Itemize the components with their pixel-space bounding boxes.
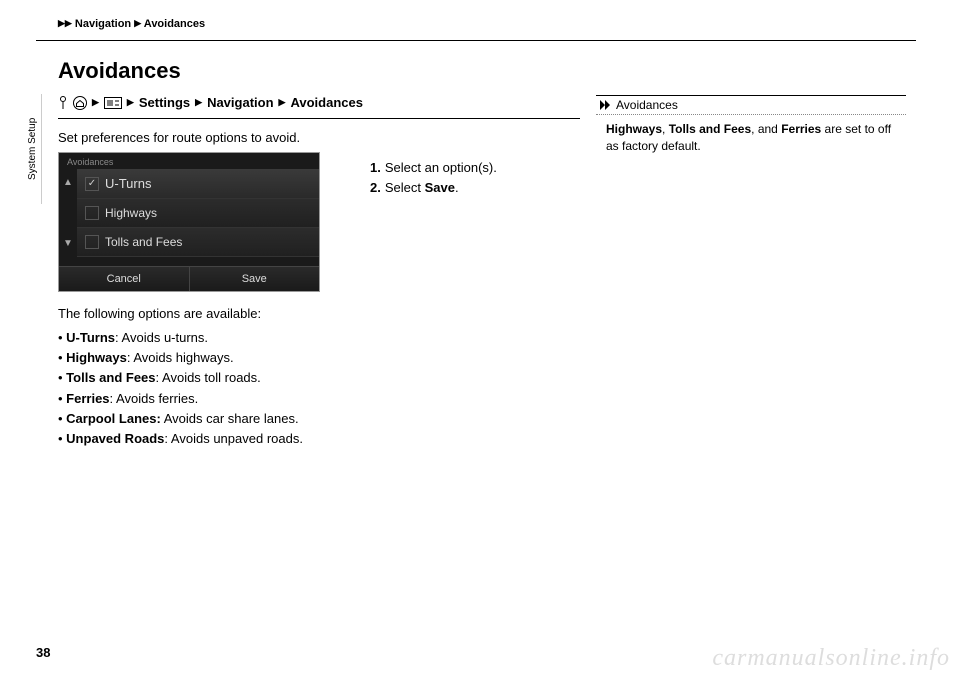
step-text: Select an option(s). — [385, 158, 497, 178]
path-rule — [58, 118, 580, 119]
info-header-text: Avoidances — [616, 98, 678, 112]
info-icon — [600, 100, 612, 110]
sidebar-tab: System Setup — [24, 94, 42, 204]
screen-item-label: U-Turns — [105, 176, 151, 191]
scroll-indicator: ▲ ▼ — [59, 169, 77, 257]
path-settings: Settings — [139, 95, 190, 110]
scroll-up-icon: ▲ — [63, 177, 73, 188]
screen-item: Tolls and Fees — [77, 228, 319, 257]
step-number: 1. — [370, 158, 381, 178]
screen-item-label: Tolls and Fees — [105, 235, 182, 249]
screen-item-label: Highways — [105, 206, 157, 220]
check-icon: ✓ — [85, 177, 99, 191]
path-sep-icon-2: ▶ — [127, 97, 134, 108]
menu-path: ▶ ▶ Settings ▶ Navigation ▶ Avoidances — [58, 95, 363, 110]
menu-icon — [104, 97, 122, 109]
check-icon — [85, 206, 99, 220]
screen-save-button: Save — [190, 266, 320, 291]
info-sidebar: Avoidances Highways, Tolls and Fees, and… — [596, 95, 906, 156]
step-number: 2. — [370, 178, 381, 198]
option-item: Carpool Lanes: Avoids car share lanes. — [58, 409, 303, 429]
path-sep-icon-4: ▶ — [279, 97, 286, 108]
options-block: The following options are available: U-T… — [58, 304, 303, 449]
path-avoidances: Avoidances — [290, 95, 363, 110]
screen-item: ✓ U-Turns — [77, 169, 319, 199]
option-item: Tolls and Fees: Avoids toll roads. — [58, 368, 303, 388]
screen-caption: Avoidances — [59, 153, 319, 169]
check-icon — [85, 235, 99, 249]
watermark: carmanualsonline.info — [712, 645, 950, 672]
path-navigation: Navigation — [207, 95, 273, 110]
screen-cancel-button: Cancel — [59, 266, 190, 291]
page-number: 38 — [36, 645, 50, 660]
step-text: Select Save. — [385, 178, 459, 198]
home-icon — [73, 96, 87, 110]
path-sep-icon-3: ▶ — [195, 97, 202, 108]
page-title: Avoidances — [58, 58, 181, 84]
info-note: Highways, Tolls and Fees, and Ferries ar… — [596, 115, 906, 156]
header-rule — [36, 40, 916, 41]
scroll-down-icon: ▼ — [63, 238, 73, 249]
breadcrumb-arrow-icon: ▶▶ — [58, 18, 72, 28]
sidebar-tab-label: System Setup — [27, 118, 38, 180]
screen-item: Highways — [77, 199, 319, 228]
option-item: Ferries: Avoids ferries. — [58, 389, 303, 409]
breadcrumb: ▶▶ Navigation ▶ Avoidances — [58, 18, 205, 30]
breadcrumb-part2: Avoidances — [144, 18, 205, 30]
intro-text: Set preferences for route options to avo… — [58, 130, 300, 145]
breadcrumb-part1: Navigation — [75, 18, 131, 30]
breadcrumb-sep-icon: ▶ — [134, 18, 141, 28]
option-item: Unpaved Roads: Avoids unpaved roads. — [58, 429, 303, 449]
option-item: U-Turns: Avoids u-turns. — [58, 328, 303, 348]
dial-icon — [58, 96, 68, 110]
steps-list: 1. Select an option(s). 2. Select Save. — [370, 158, 497, 197]
option-item: Highways: Avoids highways. — [58, 348, 303, 368]
path-sep-icon-1: ▶ — [92, 97, 99, 108]
device-screenshot: Avoidances ▲ ▼ ✓ U-Turns Highways Tolls … — [58, 152, 320, 292]
options-lead: The following options are available: — [58, 304, 303, 324]
